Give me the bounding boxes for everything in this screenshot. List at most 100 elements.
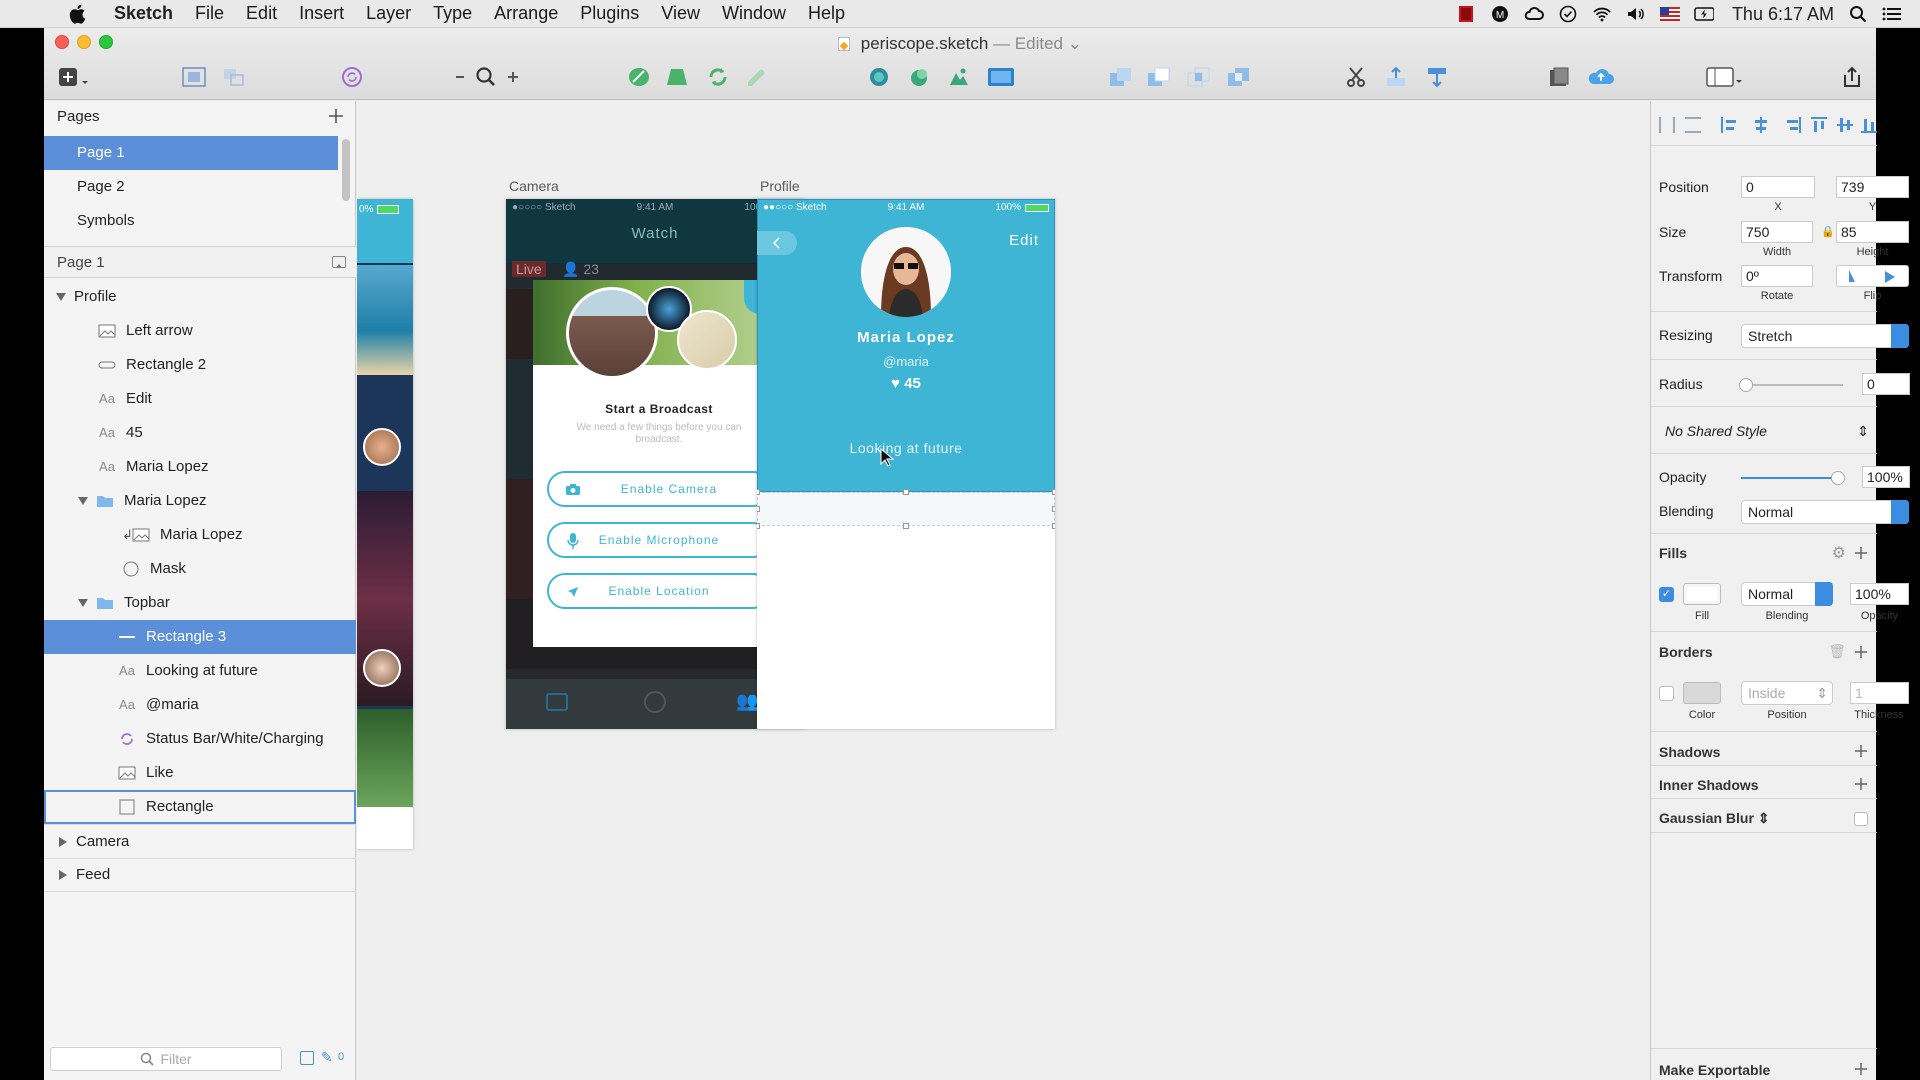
border-color-swatch[interactable] xyxy=(1683,682,1721,704)
task-check-icon[interactable] xyxy=(1558,5,1578,23)
fills-settings-icon[interactable]: ⚙ xyxy=(1832,543,1846,563)
flip-horizontal-icon[interactable] xyxy=(1849,270,1855,282)
disclosure-open-icon[interactable] xyxy=(54,292,68,302)
selected-rectangle-3[interactable] xyxy=(757,492,1055,526)
handle-mr[interactable] xyxy=(1052,506,1055,512)
handle-tl[interactable] xyxy=(757,489,760,495)
disclosure-open-icon[interactable] xyxy=(76,598,90,608)
enable-camera-button[interactable]: Enable Camera xyxy=(547,471,771,507)
layer-row-rectangle[interactable]: Rectangle xyxy=(44,790,356,824)
handle-br[interactable] xyxy=(1052,523,1055,529)
align-left-icon[interactable] xyxy=(1721,117,1737,133)
menu-window[interactable]: Window xyxy=(722,3,786,24)
transform-button[interactable] xyxy=(662,64,692,90)
make-exportable-header[interactable]: Make Exportable xyxy=(1659,1062,1770,1078)
layers-count-icon[interactable] xyxy=(300,1051,314,1065)
cloud-button[interactable] xyxy=(1584,64,1618,90)
backward-button[interactable] xyxy=(1422,64,1452,90)
flatten-button[interactable] xyxy=(741,64,771,90)
union-button[interactable] xyxy=(1106,64,1136,90)
rotate-input[interactable]: 0º xyxy=(1741,265,1813,287)
layer-row-45[interactable]: Aa 45 xyxy=(44,416,356,450)
profile-artboard[interactable]: ●●○○○ Sketch 9:41 AM 100% Edit Maria Lop… xyxy=(757,199,1055,729)
fill-opacity-input[interactable]: 100% xyxy=(1850,583,1909,605)
profile-artboard-label[interactable]: Profile xyxy=(760,178,800,194)
menu-app-name[interactable]: Sketch xyxy=(114,3,173,24)
menu-edit[interactable]: Edit xyxy=(246,3,277,24)
radius-slider[interactable] xyxy=(1739,378,1843,392)
battery-charging-icon[interactable] xyxy=(1694,5,1714,23)
page-item-1[interactable]: Page 1 xyxy=(44,136,338,170)
layer-row-maria-lopez-image[interactable]: ↲ Maria Lopez xyxy=(44,518,356,552)
apple-icon[interactable] xyxy=(68,4,90,24)
scissors-button[interactable] xyxy=(1341,64,1371,90)
creative-cloud-icon[interactable] xyxy=(1524,5,1544,23)
pages-scrollbar[interactable] xyxy=(342,139,350,201)
disclosure-closed-icon[interactable] xyxy=(56,836,70,848)
mirror-button[interactable] xyxy=(1544,64,1574,90)
recording-icon[interactable] xyxy=(1456,5,1476,23)
rotate-button[interactable] xyxy=(703,64,733,90)
radius-input[interactable]: 0 xyxy=(1862,373,1910,395)
insert-button[interactable] xyxy=(56,64,92,90)
trash-icon[interactable]: 🗑 xyxy=(1828,643,1846,660)
add-border-icon[interactable] xyxy=(1854,645,1868,659)
align-center-icon[interactable] xyxy=(1753,117,1769,133)
menubar-clock[interactable]: Thu 6:17 AM xyxy=(1732,4,1834,25)
menu-layer[interactable]: Layer xyxy=(366,3,411,24)
distribute-horizontal-icon[interactable] xyxy=(1659,117,1675,133)
layer-row-maria-lopez-group[interactable]: Maria Lopez xyxy=(44,484,356,518)
resizing-select[interactable]: Stretch xyxy=(1741,324,1909,348)
add-inner-shadow-icon[interactable] xyxy=(1854,777,1868,791)
menu-type[interactable]: Type xyxy=(433,3,472,24)
volume-icon[interactable] xyxy=(1626,5,1646,23)
border-position-select[interactable]: Inside ⇕ xyxy=(1741,681,1833,705)
add-export-icon[interactable] xyxy=(1854,1062,1868,1076)
shared-style-select[interactable]: No Shared Style ⇕ xyxy=(1659,417,1869,445)
menu-insert[interactable]: Insert xyxy=(299,3,344,24)
page-item-symbols[interactable]: Symbols xyxy=(44,204,338,238)
subtract-button[interactable] xyxy=(1144,64,1174,90)
forward-button[interactable] xyxy=(1381,64,1411,90)
layer-row-rectangle-3[interactable]: Rectangle 3 xyxy=(44,620,356,654)
layer-row-left-arrow[interactable]: Left arrow xyxy=(44,314,356,348)
group-button[interactable] xyxy=(179,64,209,90)
tv-tab-icon[interactable] xyxy=(546,693,568,711)
edit-button[interactable] xyxy=(624,64,654,90)
position-x-input[interactable]: 0 xyxy=(1741,176,1815,198)
m-app-icon[interactable]: M xyxy=(1490,5,1510,23)
lock-ratio-icon[interactable]: 🔒 xyxy=(1821,225,1835,238)
align-right-icon[interactable] xyxy=(1785,117,1801,133)
layer-rect-button[interactable] xyxy=(984,64,1018,90)
menu-file[interactable]: File xyxy=(195,3,224,24)
left-arrow-button[interactable] xyxy=(757,231,797,255)
menu-view[interactable]: View xyxy=(661,3,700,24)
flip-vertical-icon[interactable] xyxy=(1885,271,1895,283)
handle-ml[interactable] xyxy=(757,506,760,512)
create-symbol-button[interactable] xyxy=(337,64,367,90)
camera-artboard-label[interactable]: Camera xyxy=(509,178,559,194)
align-middle-icon[interactable] xyxy=(1837,117,1853,133)
edited-layers-icon[interactable]: ✎ xyxy=(321,1049,333,1066)
layer-row-status-bar[interactable]: Status Bar/White/Charging xyxy=(44,722,356,756)
opacity-slider-knob[interactable] xyxy=(1831,471,1845,485)
layer-row-rectangle-2[interactable]: Rectangle 2 xyxy=(44,348,356,382)
page-item-2[interactable]: Page 2 xyxy=(44,170,338,204)
layer-row-maria-lopez-text[interactable]: Aa Maria Lopez xyxy=(44,450,356,484)
intersect-button[interactable] xyxy=(1184,64,1214,90)
scale-button[interactable] xyxy=(904,64,934,90)
gaussian-blur-select[interactable]: Gaussian Blur ⇕ xyxy=(1659,810,1770,827)
fill-color-swatch[interactable] xyxy=(1683,583,1721,605)
blending-select[interactable]: Normal xyxy=(1741,500,1909,524)
layer-row-mask[interactable]: Mask xyxy=(44,552,356,586)
handle-bl[interactable] xyxy=(757,523,760,529)
border-enabled-checkbox[interactable] xyxy=(1659,686,1674,701)
collapse-pages-icon[interactable] xyxy=(332,256,346,268)
handle-tr[interactable] xyxy=(1052,489,1055,495)
disclosure-closed-icon[interactable] xyxy=(56,869,70,881)
us-flag-icon[interactable] xyxy=(1659,5,1680,23)
layer-row-topbar[interactable]: Topbar xyxy=(44,586,356,620)
layer-row-profile[interactable]: Profile xyxy=(44,280,356,314)
layer-row-feed[interactable]: Feed xyxy=(44,858,356,892)
menu-plugins[interactable]: Plugins xyxy=(580,3,639,24)
